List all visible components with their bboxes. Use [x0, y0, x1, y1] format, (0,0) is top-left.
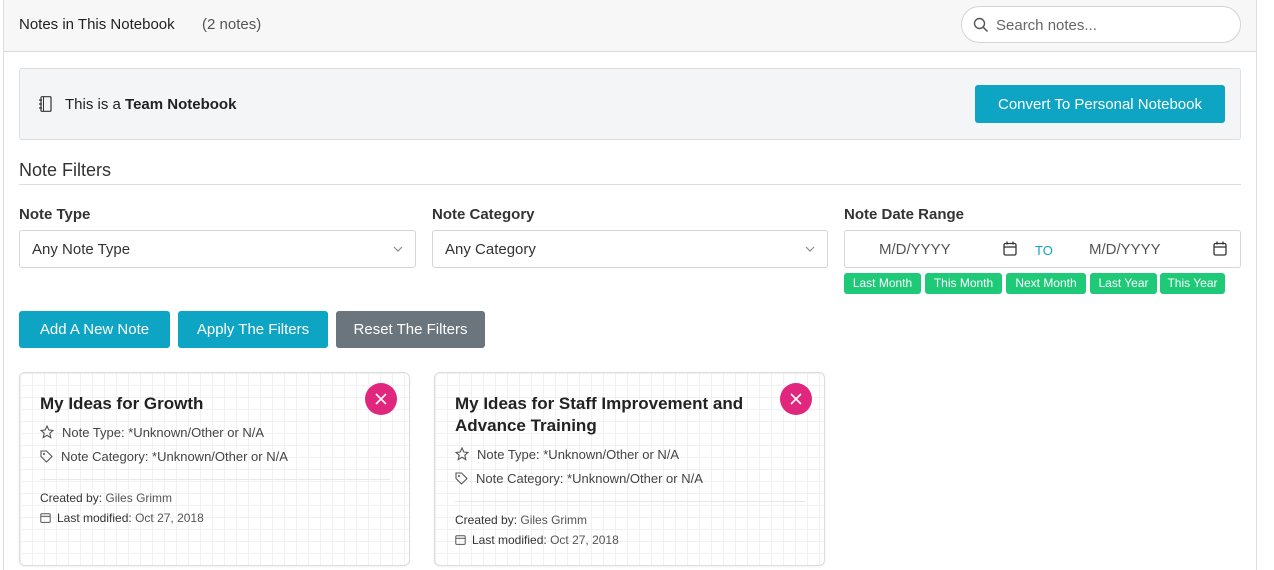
- created-by-name: Giles Grimm: [105, 491, 173, 505]
- calendar-icon[interactable]: [1003, 241, 1017, 256]
- team-notebook-banner: This is a Team Notebook Convert To Perso…: [19, 68, 1241, 140]
- note-title[interactable]: My Ideas for Staff Improvement and Advan…: [455, 393, 775, 437]
- quick-range-this-year[interactable]: This Year: [1160, 273, 1225, 294]
- note-type-label: Note Type: [19, 206, 91, 223]
- search-input[interactable]: [996, 15, 1226, 35]
- notes-count: (2 notes): [202, 16, 262, 33]
- star-icon: [39, 424, 55, 439]
- note-title[interactable]: My Ideas for Growth: [40, 393, 360, 415]
- note-type-select[interactable]: Any Note Type: [19, 230, 416, 268]
- created-by-name: Giles Grimm: [520, 513, 588, 527]
- quick-range-last-month[interactable]: Last Month: [844, 273, 921, 294]
- date-range-label: Note Date Range: [844, 206, 965, 223]
- quick-range-this-month[interactable]: This Month: [925, 273, 1002, 294]
- note-type-meta: Note Type: *Unknown/Other or N/A: [454, 446, 679, 462]
- card-divider: [455, 501, 805, 502]
- search-box[interactable]: [961, 6, 1241, 43]
- note-type-value: Any Note Type: [32, 241, 131, 258]
- close-icon: [375, 393, 387, 405]
- date-to-input[interactable]: M/D/YYYY: [1089, 241, 1161, 258]
- calendar-icon[interactable]: [1213, 241, 1227, 256]
- search-icon: [973, 17, 989, 33]
- quick-range-last-year[interactable]: Last Year: [1090, 273, 1157, 294]
- chevron-down-icon: [805, 246, 815, 252]
- convert-to-personal-button[interactable]: Convert To Personal Notebook: [975, 85, 1225, 123]
- modified-date: Oct 27, 2018: [135, 511, 204, 525]
- reset-filters-button[interactable]: Reset The Filters: [336, 311, 485, 348]
- notebook-type: Team Notebook: [125, 96, 237, 113]
- notes-panel: Notes in This Notebook (2 notes) This is…: [3, 0, 1257, 570]
- notes-header: Notes in This Notebook (2 notes): [4, 0, 1256, 52]
- last-modified: Last modified: Oct 27, 2018: [40, 511, 204, 525]
- tag-icon: [40, 450, 53, 463]
- chevron-down-icon: [393, 246, 403, 252]
- filters-heading: Note Filters: [19, 160, 112, 180]
- close-icon: [790, 393, 802, 405]
- quick-range-next-month[interactable]: Next Month: [1006, 273, 1086, 294]
- date-range-to: TO: [1035, 243, 1053, 258]
- note-category-select[interactable]: Any Category: [432, 230, 828, 268]
- delete-note-button[interactable]: [780, 383, 812, 415]
- star-icon: [454, 446, 470, 461]
- card-divider: [40, 479, 390, 480]
- notebook-type-text: This is a Team Notebook: [65, 96, 237, 113]
- last-modified: Last modified: Oct 27, 2018: [455, 533, 619, 547]
- created-by: Created by: Giles Grimm: [455, 513, 588, 527]
- calendar-icon: [455, 535, 466, 545]
- tag-icon: [455, 472, 468, 485]
- note-category-meta: Note Category: *Unknown/Other or N/A: [40, 449, 288, 464]
- notebook-icon: [39, 96, 52, 112]
- apply-filters-button[interactable]: Apply The Filters: [178, 311, 328, 348]
- delete-note-button[interactable]: [365, 383, 397, 415]
- page-title: Notes in This Notebook: [19, 16, 175, 33]
- note-type-meta: Note Type: *Unknown/Other or N/A: [39, 424, 264, 440]
- note-category-label: Note Category: [432, 206, 535, 223]
- created-by: Created by: Giles Grimm: [40, 491, 173, 505]
- date-from-input[interactable]: M/D/YYYY: [879, 241, 951, 258]
- filters-divider: [19, 184, 1241, 185]
- note-card[interactable]: My Ideas for Staff Improvement and Advan…: [434, 372, 825, 566]
- modified-date: Oct 27, 2018: [550, 533, 619, 547]
- date-range-picker: M/D/YYYY TO M/D/YYYY: [844, 230, 1241, 268]
- note-card[interactable]: My Ideas for Growth Note Type: *Unknown/…: [19, 372, 410, 566]
- add-note-button[interactable]: Add A New Note: [19, 311, 170, 348]
- calendar-icon: [40, 513, 51, 523]
- note-category-meta: Note Category: *Unknown/Other or N/A: [455, 471, 703, 486]
- note-category-value: Any Category: [445, 241, 536, 258]
